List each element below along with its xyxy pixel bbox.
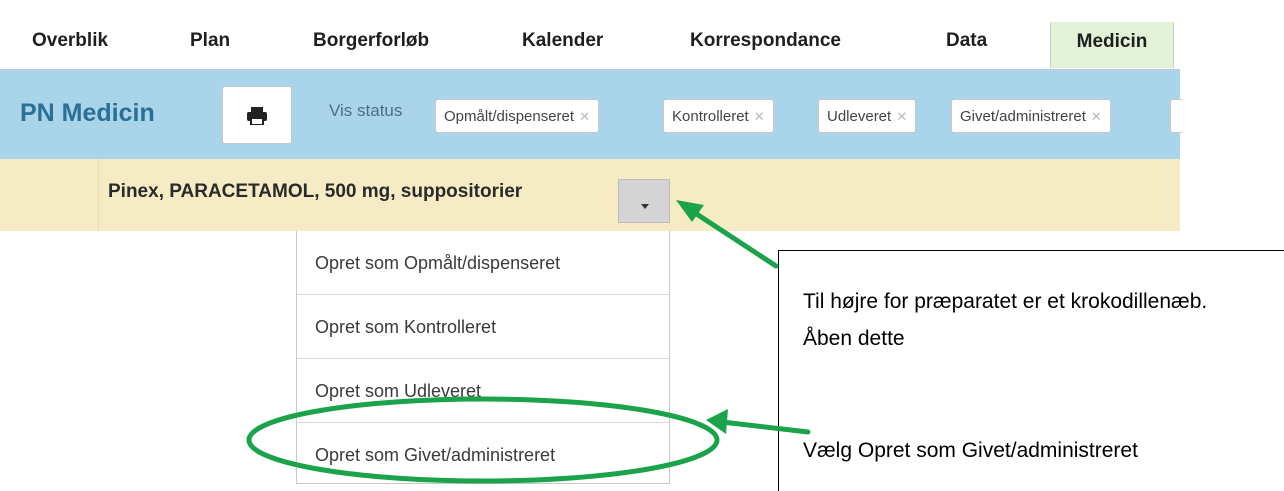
arrow-to-caret xyxy=(676,200,779,269)
annotation-overlay xyxy=(246,200,811,484)
arrow-to-menu-item xyxy=(706,409,811,435)
highlight-ellipse xyxy=(246,396,720,484)
